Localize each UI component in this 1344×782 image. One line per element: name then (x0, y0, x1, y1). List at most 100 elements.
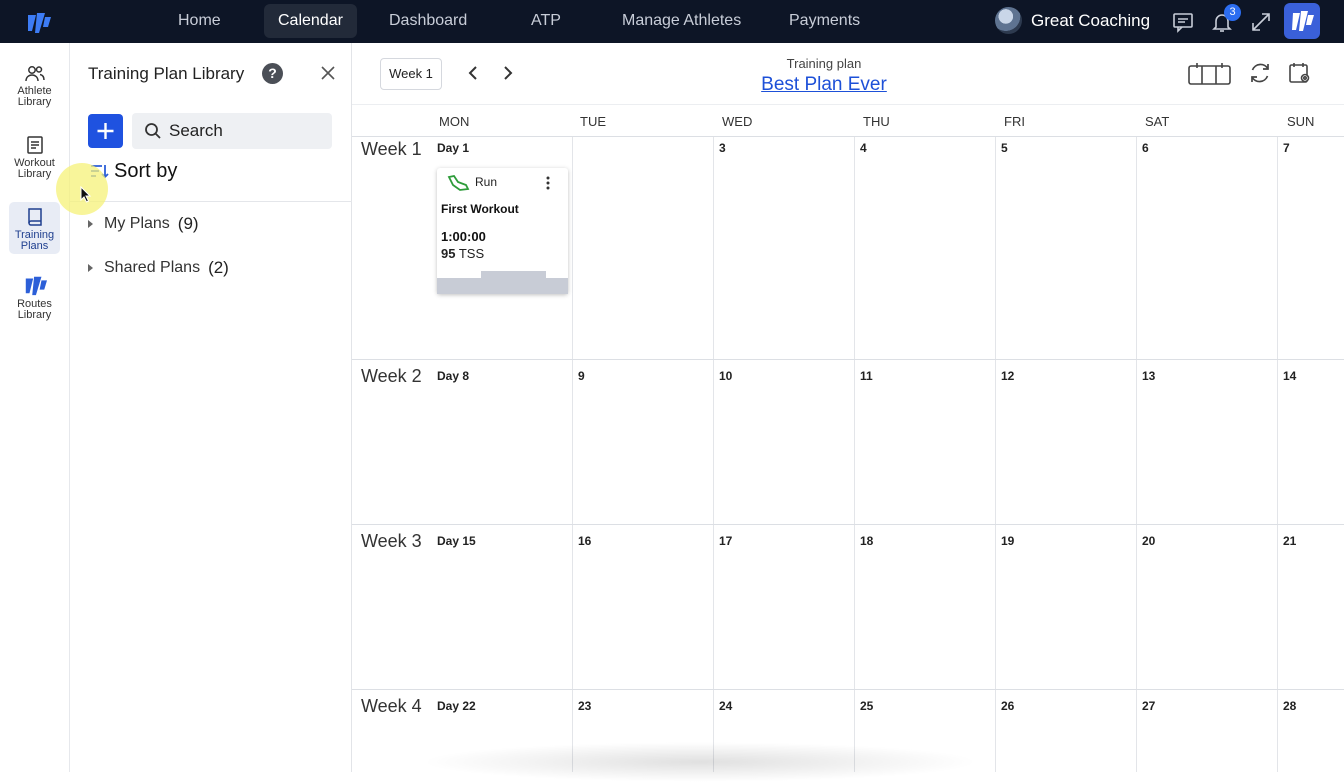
tss-value: 95 (441, 246, 456, 261)
nav-atp[interactable]: ATP (517, 4, 575, 38)
day-header: SUN (1287, 114, 1315, 129)
day-cell-label: 3 (719, 141, 726, 155)
column-divider (995, 137, 996, 772)
messages-icon[interactable] (1171, 10, 1195, 34)
people-icon (24, 66, 45, 82)
week-divider (352, 524, 1344, 525)
run-shoe-icon (447, 174, 470, 191)
day-cell-label: 21 (1283, 534, 1297, 548)
nav-payments[interactable]: Payments (775, 4, 874, 38)
search-box[interactable] (132, 113, 332, 149)
day-cell-label: 10 (719, 369, 733, 383)
nav-dashboard[interactable]: Dashboard (375, 4, 481, 38)
workout-card[interactable]: Run First Workout 1:00:00 95 TSS (437, 168, 568, 294)
nav-home[interactable]: Home (164, 4, 235, 38)
app-switcher-icon (1292, 11, 1314, 31)
day-cell-label: 9 (578, 369, 585, 383)
plan-caption: Training plan (786, 56, 862, 71)
day-cell-label: 11 (860, 369, 873, 383)
day-cell-label: Day 22 (437, 699, 476, 713)
folder-label: Shared Plans (104, 259, 201, 276)
day-cell-label: 16 (578, 534, 592, 548)
workout-tss: 95 TSS (441, 246, 484, 261)
plan-name[interactable]: Best Plan Ever (761, 74, 887, 95)
plan-name-link[interactable]: Best Plan Ever (352, 74, 1296, 96)
day-header: MON (439, 114, 470, 129)
bottom-shadow (420, 742, 980, 782)
workout-title: First Workout (441, 202, 519, 216)
panel-title: Training Plan Library (88, 64, 245, 83)
mouse-pointer-icon (80, 186, 92, 203)
avatar (995, 7, 1022, 34)
day-cell-label: 12 (1001, 369, 1015, 383)
week-divider (352, 689, 1344, 690)
rail-athlete-library[interactable]: Athlete Library (9, 60, 60, 108)
folder-label: My Plans (104, 215, 170, 232)
day-header: FRI (1004, 114, 1025, 129)
folder-count: (9) (177, 214, 199, 233)
day-headers-row: MON TUE WED THU FRI SAT SUN (352, 104, 1344, 137)
folder-count: (2) (208, 258, 229, 277)
sort-label: Sort by (114, 159, 178, 182)
week-label: Week 3 (361, 531, 422, 551)
column-divider (1136, 137, 1137, 772)
rail-workout-library[interactable]: Workout Library (9, 130, 60, 180)
routes-logo-icon (25, 276, 47, 296)
day-cell-label: 17 (719, 534, 733, 548)
app-switcher-button[interactable] (1284, 3, 1320, 39)
day-cell-label: 24 (719, 699, 733, 713)
day-cell-label: 23 (578, 699, 592, 713)
caret-right-icon (88, 220, 93, 228)
workout-profile-graph (437, 271, 568, 294)
help-icon[interactable]: ? (262, 63, 283, 84)
day-cell-label: 26 (1001, 699, 1015, 713)
rail-label: Library (17, 309, 52, 321)
book-icon (27, 208, 42, 226)
column-divider (572, 137, 573, 772)
more-vertical-icon[interactable] (544, 176, 552, 190)
app-logo-icon[interactable] (24, 9, 52, 35)
expand-icon[interactable] (1249, 10, 1273, 34)
day-header: THU (863, 114, 890, 129)
day-cell-label: 18 (860, 534, 874, 548)
calendar-settings-icon[interactable] (1288, 61, 1312, 85)
day-cell-label: 25 (860, 699, 874, 713)
week-divider (352, 359, 1344, 360)
search-input[interactable] (169, 113, 324, 149)
folder-my-plans[interactable]: My Plans (9) (88, 213, 199, 235)
day-header: TUE (580, 114, 606, 129)
day-cell-label: 4 (860, 141, 867, 155)
folder-shared-plans[interactable]: Shared Plans (2) (88, 257, 229, 279)
user-name: Great Coaching (1031, 10, 1151, 30)
top-nav: Home Calendar Dashboard ATP Manage Athle… (0, 0, 1344, 43)
user-menu[interactable]: Great Coaching (995, 7, 1150, 34)
day-cell-label: 20 (1142, 534, 1156, 548)
day-cell-label: 5 (1001, 141, 1008, 155)
refresh-icon[interactable] (1248, 61, 1272, 85)
calendar-header: Week 1 Training plan Best Plan Ever (352, 43, 1344, 104)
week-label: Week 4 (361, 696, 422, 716)
caret-right-icon (88, 264, 93, 272)
nav-calendar[interactable]: Calendar (264, 4, 357, 38)
rail-label: Library (17, 168, 52, 180)
day-cell-label: 6 (1142, 141, 1149, 155)
day-cell-label: Day 15 (437, 534, 476, 548)
rail-training-plans[interactable]: Training Plans (9, 202, 60, 254)
day-cell-label: 27 (1142, 699, 1156, 713)
document-icon (26, 136, 43, 154)
nav-manage-athletes[interactable]: Manage Athletes (608, 4, 755, 38)
search-icon (145, 123, 161, 139)
week-view-icon[interactable] (1188, 61, 1231, 87)
rail-routes-library[interactable]: Routes Library (9, 269, 60, 321)
column-divider (713, 137, 714, 772)
day-cell-label: 28 (1283, 699, 1297, 713)
rail-label: Plans (20, 240, 49, 252)
workout-duration: 1:00:00 (441, 229, 486, 244)
day-cell-label: Day 8 (437, 369, 470, 383)
add-plan-button[interactable] (88, 114, 123, 148)
day-header: WED (722, 114, 753, 129)
day-cell-label: 14 (1283, 369, 1297, 383)
close-icon[interactable] (319, 64, 337, 82)
day-cell-label: 19 (1001, 534, 1015, 548)
notification-badge: 3 (1224, 4, 1241, 21)
